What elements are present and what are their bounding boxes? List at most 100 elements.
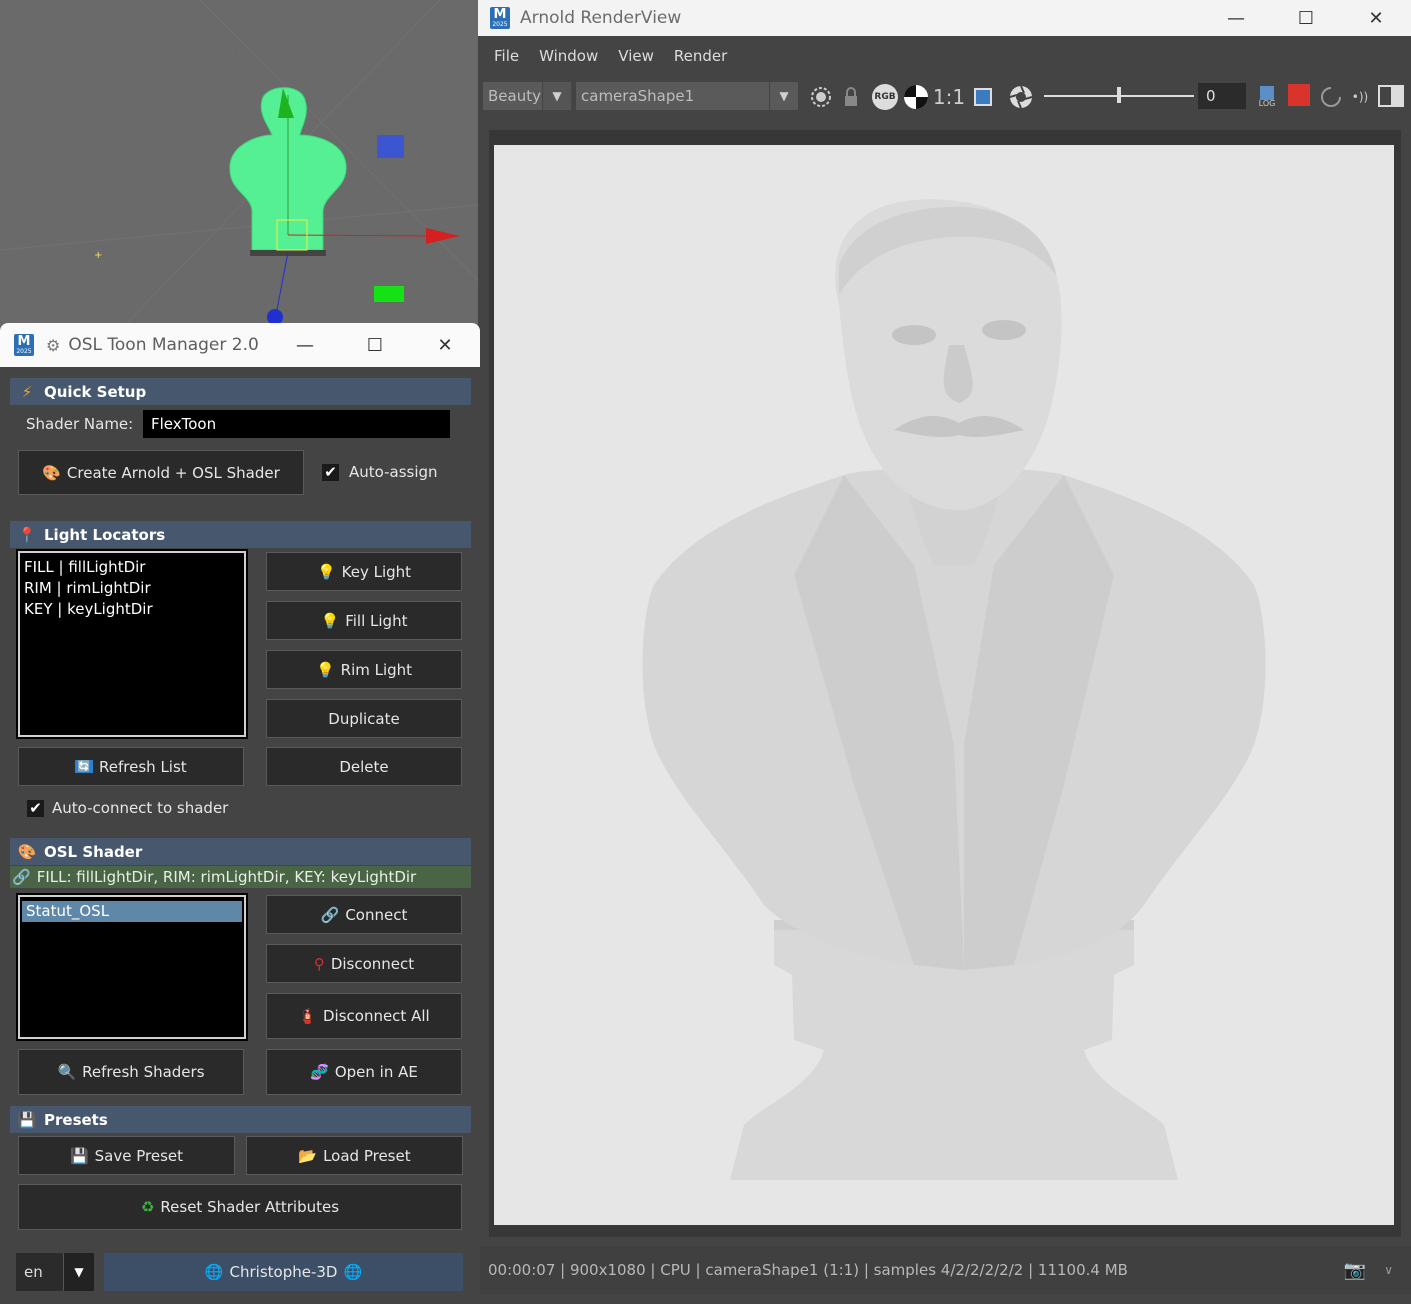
renderview-toolbar: Beauty ▼ cameraShape1 ▼ RGB 1:1 0 LOG •)… <box>478 78 1411 116</box>
renderview-titlebar[interactable]: M 2025 Arnold RenderView — ☐ ✕ <box>478 0 1411 36</box>
section-quick-setup-title: Quick Setup <box>44 382 147 401</box>
svg-text:+: + <box>94 250 102 261</box>
arnold-renderview-window: M 2025 Arnold RenderView — ☐ ✕ File Wind… <box>478 0 1411 1304</box>
load-preset-button[interactable]: 📂 Load Preset <box>246 1136 463 1175</box>
log-button[interactable]: LOG <box>1254 84 1280 110</box>
refresh-list-button[interactable]: 🔄 Refresh List <box>18 747 244 786</box>
shader-name-label: Shader Name: <box>26 415 134 433</box>
save-preset-button[interactable]: 💾 Save Preset <box>18 1136 235 1175</box>
globe-icon: 🌐 <box>204 1263 224 1281</box>
snapshot-camera-icon[interactable]: 📷 <box>1344 1260 1366 1281</box>
language-value: en <box>24 1263 43 1281</box>
svg-text:.: . <box>234 47 237 57</box>
chevron-down-icon: ▼ <box>769 82 798 110</box>
menu-window[interactable]: Window <box>539 47 598 65</box>
region-render-icon[interactable] <box>808 84 834 110</box>
refresh-list-label: Refresh List <box>99 757 187 776</box>
auto-assign-label: Auto-assign <box>349 463 438 481</box>
osl-titlebar[interactable]: M 2025 ⚙ OSL Toon Manager 2.0 — ☐ ✕ <box>0 323 480 367</box>
checkmark-icon: ✔ <box>322 463 339 481</box>
rgb-label: RGB <box>874 92 896 102</box>
maya-viewport[interactable]: + . <box>0 0 478 330</box>
rgb-channel-button[interactable]: RGB <box>872 84 898 110</box>
list-item[interactable]: RIM | rimLightDir <box>20 578 244 599</box>
shader-name-input[interactable]: FlexToon <box>143 410 450 438</box>
duplicate-button[interactable]: Duplicate <box>266 699 462 738</box>
gear-icon: ⚙ <box>46 335 61 355</box>
create-shader-button[interactable]: 🎨 Create Arnold + OSL Shader <box>18 450 304 495</box>
fill-light-button[interactable]: 💡 Fill Light <box>266 601 462 640</box>
palette-icon: 🎨 <box>42 463 61 482</box>
language-dropdown[interactable]: en ▼ <box>16 1253 94 1291</box>
minimize-button[interactable]: — <box>270 329 340 361</box>
aov-dropdown[interactable]: Beauty ▼ <box>483 82 571 110</box>
close-button[interactable]: ✕ <box>410 329 480 361</box>
list-item[interactable]: FILL | fillLightDir <box>20 557 244 578</box>
section-presets-title: Presets <box>44 1110 108 1129</box>
shader-list[interactable]: Statut_OSL <box>18 895 246 1039</box>
checkmark-icon: ✔ <box>27 799 44 817</box>
menu-view[interactable]: View <box>618 47 654 65</box>
duplicate-label: Duplicate <box>328 709 400 728</box>
section-quick-setup: ⚡ Quick Setup <box>10 378 471 405</box>
ratio-button[interactable]: 1:1 <box>932 84 966 110</box>
checker-icon[interactable] <box>903 84 929 110</box>
maya-logo-letter: M <box>493 7 507 22</box>
delete-label: Delete <box>339 757 389 776</box>
list-item[interactable]: Statut_OSL <box>22 901 242 922</box>
menu-file[interactable]: File <box>494 47 519 65</box>
aperture-icon[interactable] <box>1008 84 1034 110</box>
stop-render-button[interactable] <box>1288 84 1310 106</box>
render-canvas[interactable] <box>489 130 1401 1237</box>
light-locator-list[interactable]: FILL | fillLightDir RIM | rimLightDir KE… <box>18 551 246 737</box>
fit-frame-icon[interactable] <box>970 84 996 110</box>
minimize-button[interactable]: — <box>1201 2 1271 34</box>
globe-icon: 🌐 <box>343 1263 363 1281</box>
maximize-icon: ☐ <box>1297 7 1315 29</box>
floppy-disk-icon: 💾 <box>17 1110 37 1129</box>
reset-attributes-label: Reset Shader Attributes <box>160 1198 340 1216</box>
maximize-icon: ☐ <box>366 334 384 356</box>
aov-dropdown-value: Beauty <box>488 87 541 105</box>
auto-connect-checkbox[interactable]: ✔ Auto-connect to shader <box>27 799 228 817</box>
disconnect-button[interactable]: ⚲ Disconnect <box>266 944 462 983</box>
link-icon: 🔗 <box>12 868 31 886</box>
save-preset-label: Save Preset <box>94 1146 184 1165</box>
list-item[interactable]: KEY | keyLightDir <box>20 599 244 620</box>
maximize-button[interactable]: ☐ <box>340 329 410 361</box>
render-status-text: 00:00:07 | 900x1080 | CPU | cameraShape1… <box>488 1261 1128 1279</box>
menu-render[interactable]: Render <box>674 47 727 65</box>
lock-icon[interactable] <box>840 84 862 110</box>
reset-attributes-button[interactable]: ♻ Reset Shader Attributes <box>18 1184 462 1230</box>
auto-assign-checkbox[interactable]: ✔ Auto-assign <box>322 463 438 481</box>
minimize-icon: — <box>1227 7 1245 29</box>
chevron-down-icon: ▼ <box>63 1253 94 1291</box>
refresh-shaders-button[interactable]: 🔍 Refresh Shaders <box>18 1049 244 1095</box>
exposure-slider-handle[interactable] <box>1117 87 1121 103</box>
ipr-icon[interactable]: •)) <box>1346 84 1374 110</box>
connection-status-text: FILL: fillLightDir, RIM: rimLightDir, KE… <box>36 868 417 886</box>
lightning-icon: ⚡ <box>21 382 33 401</box>
link-icon: 🔗 <box>320 905 340 924</box>
credit-button[interactable]: 🌐 Christophe-3D 🌐 <box>104 1253 463 1291</box>
maximize-button[interactable]: ☐ <box>1271 2 1341 34</box>
rim-light-button[interactable]: 💡 Rim Light <box>266 650 462 689</box>
connect-button[interactable]: 🔗 Connect <box>266 895 462 934</box>
exposure-input[interactable]: 0 <box>1198 83 1246 109</box>
section-presets: 💾 Presets <box>10 1106 471 1133</box>
camera-dropdown[interactable]: cameraShape1 ▼ <box>576 82 798 110</box>
pin-icon: 📍 <box>17 525 37 544</box>
compare-icon[interactable] <box>1378 84 1404 108</box>
credit-label: Christophe-3D <box>229 1263 338 1281</box>
open-in-ae-button[interactable]: 🧬 Open in AE <box>266 1049 462 1095</box>
chevron-down-icon[interactable]: ∨ <box>1384 1263 1393 1277</box>
log-label: LOG <box>1258 99 1276 108</box>
disconnect-all-button[interactable]: 🧯 Disconnect All <box>266 993 462 1039</box>
render-image <box>494 145 1394 1225</box>
camera-dropdown-value: cameraShape1 <box>581 87 695 105</box>
refresh-icon: 🔄 <box>75 760 94 773</box>
key-light-button[interactable]: 💡 Key Light <box>266 552 462 591</box>
close-button[interactable]: ✕ <box>1341 2 1411 34</box>
delete-button[interactable]: Delete <box>266 747 462 786</box>
refresh-icon[interactable] <box>1318 84 1344 110</box>
